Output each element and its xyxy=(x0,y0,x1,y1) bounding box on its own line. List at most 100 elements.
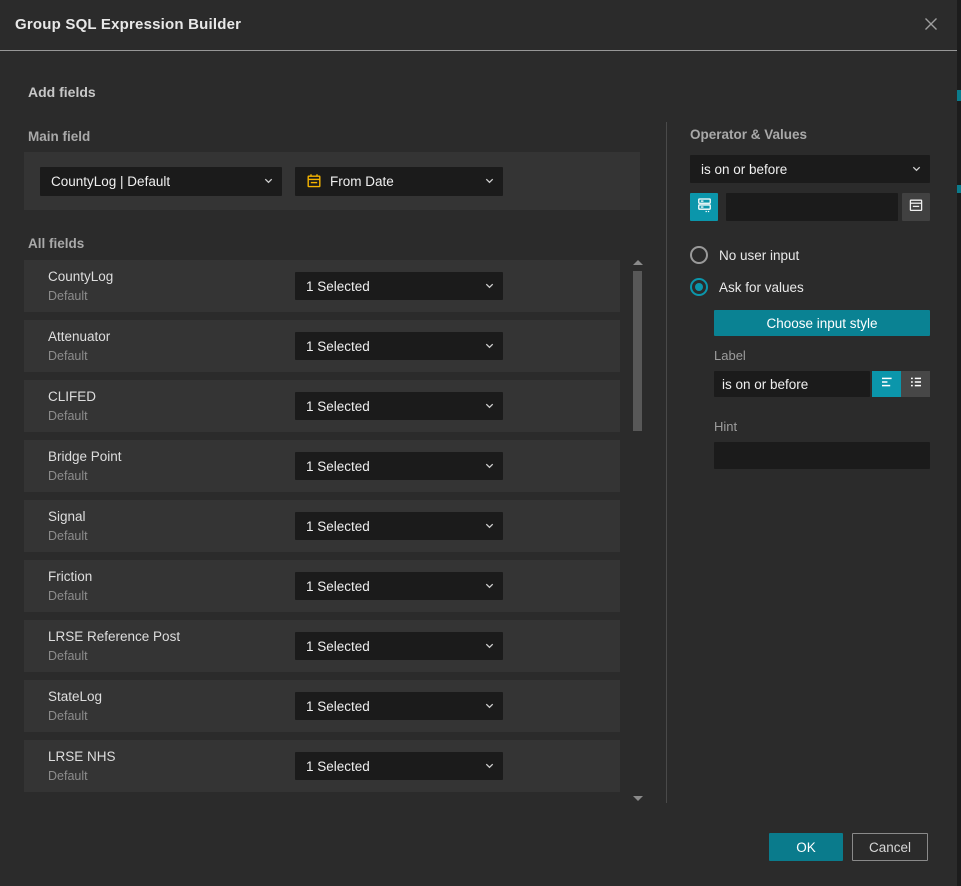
field-source: Default xyxy=(48,529,88,543)
chevron-down-icon xyxy=(484,521,495,532)
background-accent-sliver xyxy=(957,185,961,193)
label-row xyxy=(714,371,930,397)
date-picker-button[interactable] xyxy=(902,193,930,221)
main-field-select-value: From Date xyxy=(330,174,394,189)
field-values-dropdown[interactable]: 1 Selected xyxy=(295,512,503,540)
scroll-down-arrow-icon[interactable] xyxy=(633,796,643,801)
radio-no-user-input[interactable]: No user input xyxy=(690,246,930,264)
field-source: Default xyxy=(48,409,88,423)
hint-input[interactable] xyxy=(714,442,930,469)
layer-select-value: CountyLog | Default xyxy=(51,174,170,189)
all-fields-list: CountyLog Default 1 Selected Attenuator … xyxy=(24,260,620,800)
field-values-dropdown[interactable]: 1 Selected xyxy=(295,572,503,600)
field-values-selected: 1 Selected xyxy=(306,459,370,474)
field-values-selected: 1 Selected xyxy=(306,699,370,714)
field-row-statelog: StateLog Default 1 Selected xyxy=(24,680,620,732)
field-values-selected: 1 Selected xyxy=(306,399,370,414)
ok-button[interactable]: OK xyxy=(769,833,843,861)
field-values-selected: 1 Selected xyxy=(306,519,370,534)
field-source: Default xyxy=(48,649,88,663)
field-source: Default xyxy=(48,289,88,303)
operator-dropdown[interactable]: is on or before xyxy=(690,155,930,183)
scrollbar-thumb[interactable] xyxy=(633,271,642,431)
single-line-input-style-button[interactable] xyxy=(872,371,901,397)
layer-select-dropdown[interactable]: CountyLog | Default xyxy=(40,167,282,196)
field-name: Attenuator xyxy=(48,329,110,344)
main-field-select-dropdown[interactable]: From Date xyxy=(295,167,503,196)
chevron-down-icon xyxy=(484,461,495,472)
background-accent-sliver xyxy=(957,90,961,101)
set-values-icon xyxy=(696,196,713,218)
column-divider xyxy=(666,122,667,803)
fields-list-scrollbar[interactable] xyxy=(631,258,645,803)
label-input[interactable] xyxy=(714,371,870,397)
chevron-down-icon xyxy=(484,176,495,187)
radio-ask-for-values-label: Ask for values xyxy=(719,280,804,295)
title-bar: Group SQL Expression Builder xyxy=(0,0,957,50)
field-values-selected: 1 Selected xyxy=(306,579,370,594)
field-source: Default xyxy=(48,589,88,603)
radio-no-user-input-label: No user input xyxy=(719,248,799,263)
field-values-dropdown[interactable]: 1 Selected xyxy=(295,332,503,360)
hint-field-label: Hint xyxy=(714,419,930,434)
background-app-edge xyxy=(957,0,961,886)
dialog-title: Group SQL Expression Builder xyxy=(15,16,241,33)
operator-values-label: Operator & Values xyxy=(690,127,807,142)
field-values-dropdown[interactable]: 1 Selected xyxy=(295,272,503,300)
field-values-dropdown[interactable]: 1 Selected xyxy=(295,392,503,420)
field-name: LRSE NHS xyxy=(48,749,116,764)
field-values-dropdown[interactable]: 1 Selected xyxy=(295,752,503,780)
calendar-icon xyxy=(908,197,924,218)
list-input-style-button[interactable] xyxy=(901,371,930,397)
chevron-down-icon xyxy=(484,761,495,772)
radio-checked-icon xyxy=(690,278,708,296)
value-input[interactable] xyxy=(726,193,898,221)
chevron-down-icon xyxy=(484,401,495,412)
calendar-icon xyxy=(306,173,322,189)
all-fields-label: All fields xyxy=(28,236,84,251)
field-row-attenuator: Attenuator Default 1 Selected xyxy=(24,320,620,372)
chevron-down-icon xyxy=(484,581,495,592)
field-values-dropdown[interactable]: 1 Selected xyxy=(295,632,503,660)
scroll-up-arrow-icon[interactable] xyxy=(633,260,643,265)
field-row-countylog: CountyLog Default 1 Selected xyxy=(24,260,620,312)
field-row-signal: Signal Default 1 Selected xyxy=(24,500,620,552)
field-name: LRSE Reference Post xyxy=(48,629,180,644)
choose-input-style-button[interactable]: Choose input style xyxy=(714,310,930,336)
field-row-bridge-point: Bridge Point Default 1 Selected xyxy=(24,440,620,492)
field-values-dropdown[interactable]: 1 Selected xyxy=(295,692,503,720)
label-field-label: Label xyxy=(714,348,930,363)
close-icon xyxy=(921,14,941,39)
cancel-button[interactable]: Cancel xyxy=(852,833,928,861)
field-name: CountyLog xyxy=(48,269,113,284)
value-row xyxy=(690,193,930,221)
group-sql-expression-builder-dialog: Group SQL Expression Builder Add fields … xyxy=(0,0,957,886)
field-name: Friction xyxy=(48,569,92,584)
main-field-label: Main field xyxy=(28,129,90,144)
list-values-icon xyxy=(908,374,924,395)
close-button[interactable] xyxy=(919,14,943,38)
field-row-friction: Friction Default 1 Selected xyxy=(24,560,620,612)
dialog-footer: OK Cancel xyxy=(769,833,928,861)
chevron-down-icon xyxy=(484,641,495,652)
field-source: Default xyxy=(48,709,88,723)
field-source: Default xyxy=(48,349,88,363)
main-field-panel: CountyLog | Default From Date xyxy=(24,152,640,210)
field-values-dropdown[interactable]: 1 Selected xyxy=(295,452,503,480)
single-line-input-icon xyxy=(879,374,895,395)
chevron-down-icon xyxy=(911,164,922,175)
field-row-clifed: CLIFED Default 1 Selected xyxy=(24,380,620,432)
set-values-button[interactable] xyxy=(690,193,718,221)
field-name: StateLog xyxy=(48,689,102,704)
field-row-lrse-nhs: LRSE NHS Default 1 Selected xyxy=(24,740,620,792)
field-row-lrse-reference-post: LRSE Reference Post Default 1 Selected xyxy=(24,620,620,672)
chevron-down-icon xyxy=(484,341,495,352)
operator-value: is on or before xyxy=(701,162,787,177)
field-values-selected: 1 Selected xyxy=(306,639,370,654)
field-source: Default xyxy=(48,469,88,483)
title-divider xyxy=(0,50,957,51)
chevron-down-icon xyxy=(484,281,495,292)
radio-ask-for-values[interactable]: Ask for values xyxy=(690,278,930,296)
field-name: CLIFED xyxy=(48,389,96,404)
operator-values-panel: is on or before xyxy=(690,155,930,469)
